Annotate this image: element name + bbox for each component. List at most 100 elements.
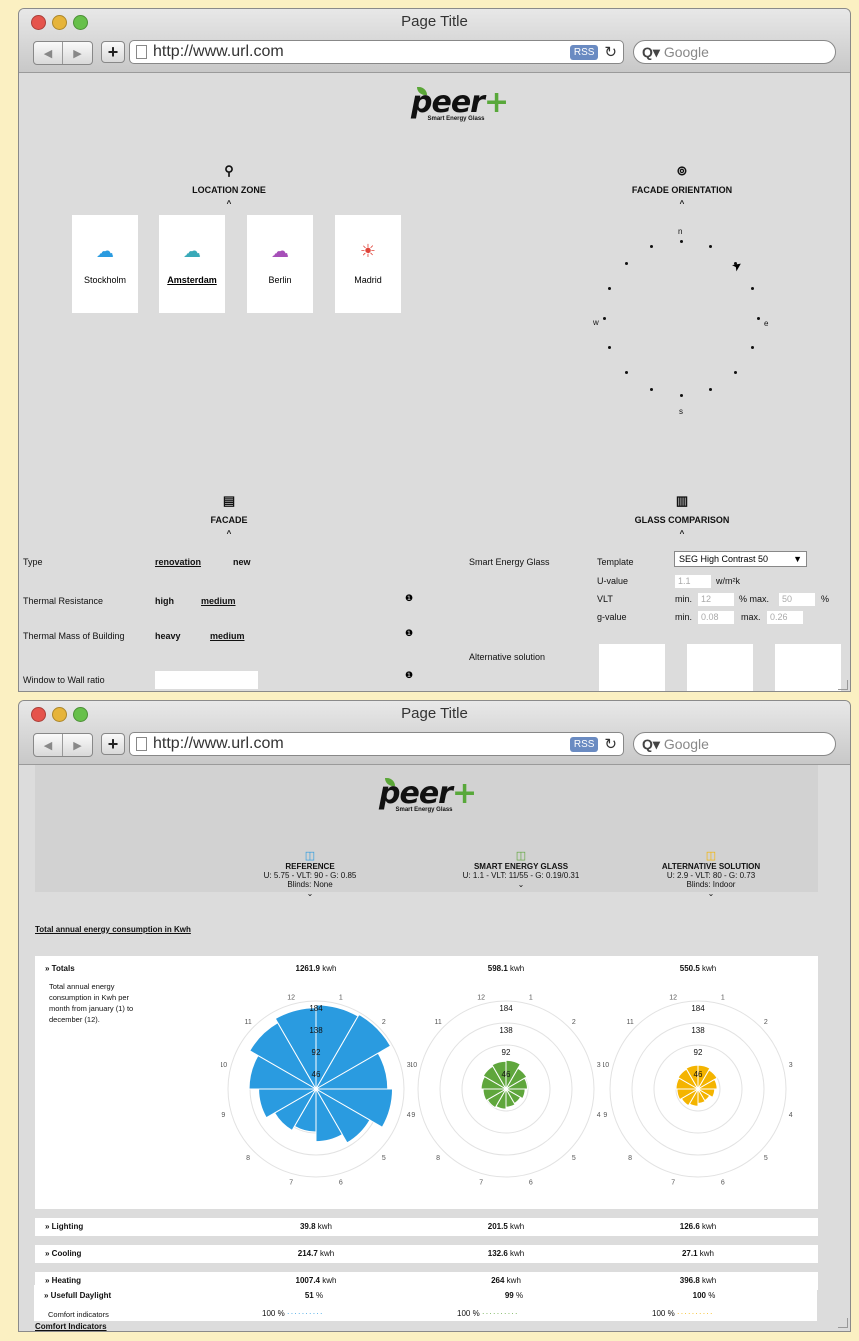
- info-icon[interactable]: ❶: [405, 593, 413, 604]
- address-bar[interactable]: http://www.url.com RSS ↻: [129, 40, 624, 64]
- type-renovation-option[interactable]: renovation: [155, 557, 201, 567]
- back-icon[interactable]: ◀: [34, 42, 63, 64]
- compass-dot[interactable]: [756, 316, 760, 320]
- vlt-max-label: % max.: [739, 594, 770, 604]
- rss-button[interactable]: RSS: [569, 44, 599, 60]
- resize-handle[interactable]: [838, 1318, 848, 1328]
- compass-dot[interactable]: [602, 316, 606, 320]
- forward-icon[interactable]: ▶: [63, 734, 92, 756]
- vlt-max-input[interactable]: 50: [779, 593, 815, 606]
- seg-header[interactable]: ◫ SMART ENERGY GLASS U: 1.1 - VLT: 11/55…: [431, 849, 611, 889]
- reload-icon[interactable]: ↻: [604, 43, 617, 61]
- rose-ring-label: 184: [309, 1004, 323, 1013]
- collapse-icon[interactable]: ^: [174, 199, 284, 208]
- alternative-option-2[interactable]: [687, 644, 753, 691]
- alternative-header[interactable]: ◫ ALTERNATIVE SOLUTION U: 2.9 - VLT: 80 …: [641, 849, 781, 898]
- location-pin-icon: ⚲: [224, 163, 234, 178]
- window-icon: ◫: [705, 850, 717, 862]
- row-value: 214.7 kwh: [297, 1249, 335, 1258]
- reload-icon[interactable]: ↻: [604, 735, 617, 753]
- compass-dot[interactable]: [708, 245, 712, 249]
- compass-dot[interactable]: [750, 345, 754, 349]
- sun-cloud-icon: ☀: [359, 241, 377, 261]
- info-icon[interactable]: ❶: [405, 628, 413, 639]
- gvalue-min-input[interactable]: 0.08: [698, 611, 734, 624]
- orientation-arrow-icon[interactable]: ➤: [729, 257, 745, 274]
- alternative-solution-label: Alternative solution: [469, 652, 546, 662]
- compass-dot[interactable]: [733, 370, 737, 374]
- window-wall-ratio-slider[interactable]: [155, 671, 258, 689]
- city-stockholm[interactable]: ☁ Stockholm: [72, 215, 138, 313]
- forward-icon[interactable]: ▶: [63, 42, 92, 64]
- chevron-down-icon[interactable]: ⌄: [708, 889, 715, 898]
- title-bar: Page Title ◀ ▶ + http://www.url.com RSS …: [19, 9, 850, 73]
- compass-dot[interactable]: [679, 393, 683, 397]
- comfort-sub-label: Comfort indicators: [48, 1310, 109, 1319]
- facade-header: ▤ FACADE ^: [199, 493, 259, 538]
- resize-handle[interactable]: [838, 680, 848, 690]
- rose-month-label: 8: [436, 1155, 440, 1162]
- rose-month-label: 5: [382, 1155, 386, 1162]
- column-title: SMART ENERGY GLASS: [473, 862, 569, 871]
- vlt-label: VLT: [597, 594, 613, 604]
- address-bar[interactable]: http://www.url.com RSS ↻: [129, 732, 624, 756]
- rose-month-label: 2: [764, 1019, 768, 1026]
- compass-dot[interactable]: [650, 245, 654, 249]
- row-value: 264 kwh: [491, 1276, 521, 1285]
- rose-ring-label: 46: [502, 1070, 511, 1079]
- rose-month-label: 3: [597, 1062, 601, 1069]
- template-select[interactable]: SEG High Contrast 50 ▼: [674, 551, 807, 567]
- rose-month-label: 1: [529, 994, 533, 1001]
- rss-button[interactable]: RSS: [569, 736, 599, 752]
- alternative-option-3[interactable]: [775, 644, 841, 691]
- uvalue-input[interactable]: 1.1: [675, 575, 711, 588]
- search-field[interactable]: Q▾ Google: [633, 732, 836, 756]
- page-icon: [136, 45, 147, 59]
- compass-dot[interactable]: [679, 239, 683, 243]
- thermal-mass-medium-option[interactable]: medium: [210, 631, 245, 641]
- cloud-icon: ☁: [271, 241, 289, 261]
- compass-dot[interactable]: [625, 370, 629, 374]
- lighting-row[interactable]: » Lighting 39.8 kwh 201.5 kwh 126.6 kwh: [35, 1218, 818, 1236]
- city-berlin[interactable]: ☁ Berlin: [247, 215, 313, 313]
- rose-chart-alternative: 1841389246121234567891011: [603, 994, 793, 1186]
- daylight-label[interactable]: » Usefull Daylight: [44, 1291, 111, 1300]
- daylight-card: » Usefull Daylight 51 % 99 % 100 % Comfo…: [34, 1285, 817, 1321]
- rose-month-label: 4: [597, 1112, 601, 1119]
- collapse-icon[interactable]: ^: [627, 529, 737, 538]
- chevron-down-icon[interactable]: ⌄: [518, 880, 525, 889]
- back-icon[interactable]: ◀: [34, 734, 63, 756]
- chevron-down-icon[interactable]: ⌄: [307, 889, 314, 898]
- rose-month-label: 1: [721, 994, 725, 1001]
- add-bookmark-button[interactable]: +: [101, 733, 125, 755]
- type-new-option[interactable]: new: [233, 557, 251, 567]
- totals-label[interactable]: » Totals: [45, 964, 75, 973]
- reference-header[interactable]: ◫ REFERENCE U: 5.75 - VLT: 90 - G: 0.85 …: [240, 849, 380, 898]
- city-amsterdam[interactable]: ☁ Amsterdam: [159, 215, 225, 313]
- compass-dot[interactable]: [625, 262, 629, 266]
- location-zone-title: LOCATION ZONE: [192, 185, 266, 195]
- vlt-min-input[interactable]: 12: [698, 593, 734, 606]
- browser-window-1: Page Title ◀ ▶ + http://www.url.com RSS …: [18, 8, 851, 692]
- collapse-icon[interactable]: ^: [622, 199, 742, 208]
- thermal-mass-heavy-option[interactable]: heavy: [155, 631, 181, 641]
- city-madrid[interactable]: ☀ Madrid: [335, 215, 401, 313]
- cooling-row[interactable]: » Cooling 214.7 kwh 132.6 kwh 27.1 kwh: [35, 1245, 818, 1263]
- thermal-resistance-high-option[interactable]: high: [155, 596, 174, 606]
- total-reference: 1261.9 kwh: [295, 964, 337, 973]
- search-field[interactable]: Q▾ Google: [633, 40, 836, 64]
- compass-dot[interactable]: [608, 345, 612, 349]
- alternative-option-1[interactable]: [599, 644, 665, 691]
- info-icon[interactable]: ❶: [405, 670, 413, 681]
- compass-dot[interactable]: [608, 287, 612, 291]
- template-value: SEG High Contrast 50: [679, 554, 769, 564]
- compass-dot[interactable]: [750, 287, 754, 291]
- compass-dot[interactable]: [650, 387, 654, 391]
- thermal-resistance-medium-option[interactable]: medium: [201, 596, 236, 606]
- url-text: http://www.url.com: [153, 735, 284, 752]
- compass-dot[interactable]: [708, 387, 712, 391]
- add-bookmark-button[interactable]: +: [101, 41, 125, 63]
- search-placeholder: Google: [663, 44, 709, 60]
- gvalue-max-input[interactable]: 0.26: [767, 611, 803, 624]
- collapse-icon[interactable]: ^: [199, 529, 259, 538]
